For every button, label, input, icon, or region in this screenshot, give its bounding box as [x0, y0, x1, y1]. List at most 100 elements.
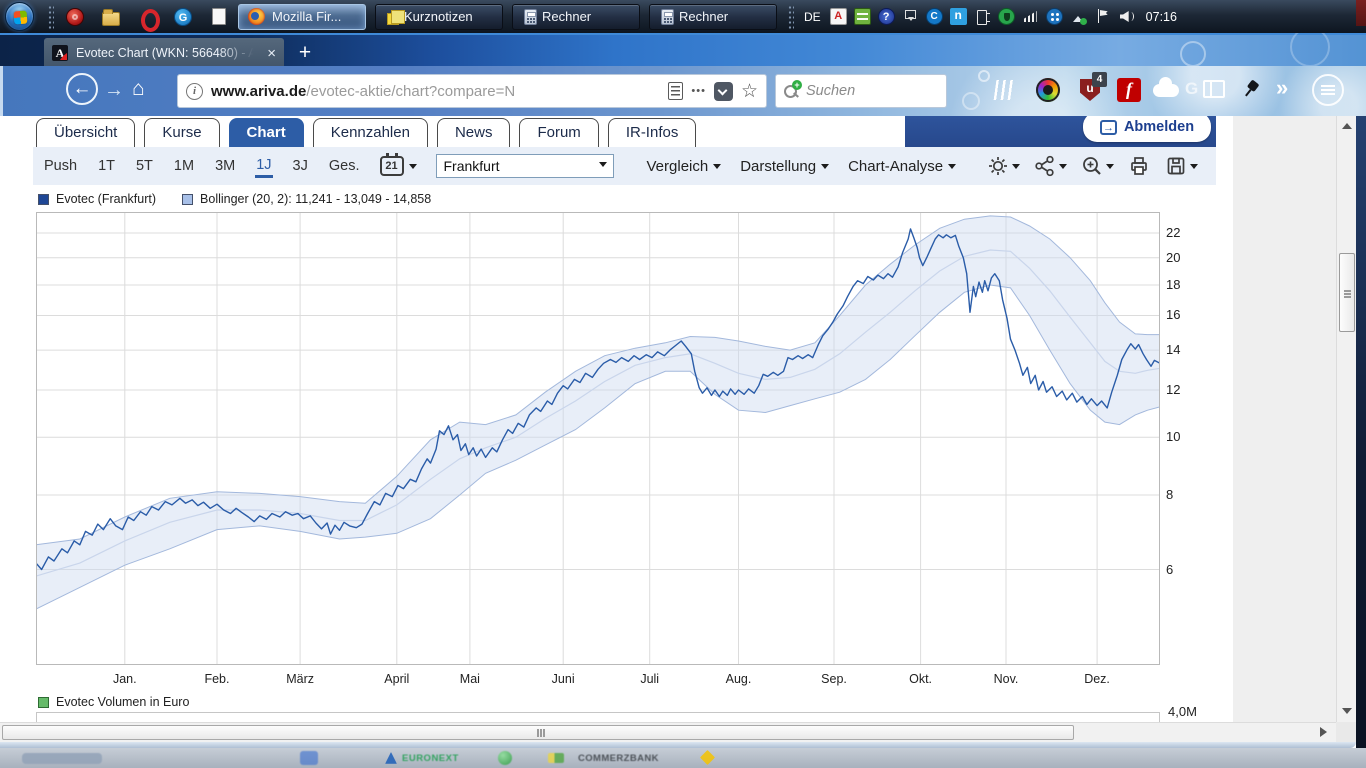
x-axis-month-label: April: [372, 672, 422, 686]
taskbar-button-mozilla-fir-[interactable]: Mozilla Fir...: [238, 4, 366, 30]
antivirus-shield-icon[interactable]: [998, 8, 1015, 25]
window-switch-icon[interactable]: [902, 8, 919, 25]
pin-icon[interactable]: [1236, 75, 1264, 103]
dropdown-chart-analyse[interactable]: Chart-Analyse: [848, 158, 956, 175]
cloud-icon[interactable]: [1153, 84, 1179, 97]
taskbar-button-rechner[interactable]: Rechner: [649, 4, 777, 30]
legend-swatch: [38, 194, 49, 205]
security-icon[interactable]: [66, 8, 84, 26]
overflow-chevrons-icon[interactable]: »: [1276, 75, 1288, 101]
home-button[interactable]: ⌂: [132, 77, 145, 101]
pocket-icon[interactable]: [714, 82, 733, 101]
range-5t[interactable]: 5T: [135, 156, 154, 176]
language-indicator[interactable]: DE: [802, 10, 823, 24]
scroll-down-button[interactable]: [1338, 703, 1356, 720]
bookmark-star-icon[interactable]: ☆: [741, 82, 758, 101]
y-axis-tick-label: 6: [1166, 562, 1200, 577]
browser-tab[interactable]: Evotec Chart (WKN: 566480) - A ×: [44, 38, 284, 68]
quick-launch-grip[interactable]: [48, 5, 54, 29]
url-text[interactable]: www.ariva.de/evotec-aktie/chart?compare=…: [211, 83, 660, 100]
site-tab-ir-infos[interactable]: IR-Infos: [608, 118, 697, 147]
help-icon[interactable]: [878, 8, 895, 25]
app-dots-icon[interactable]: [1046, 8, 1063, 25]
site-tab-forum[interactable]: Forum: [519, 118, 598, 147]
taskbar-button-kurznotizen[interactable]: Kurznotizen: [375, 4, 503, 30]
indicators-button[interactable]: [1033, 154, 1067, 178]
menu-button[interactable]: [1312, 74, 1344, 106]
info-icon[interactable]: i: [186, 83, 203, 100]
x-axis-month-label: Jan.: [100, 672, 150, 686]
search-icon[interactable]: +: [784, 83, 800, 99]
save-button[interactable]: [1164, 154, 1198, 178]
g-letter-icon[interactable]: G: [1185, 79, 1198, 99]
y-axis-tick-label: 8: [1166, 487, 1200, 502]
sidebar-icon[interactable]: [1203, 80, 1225, 98]
volume-icon[interactable]: [1118, 8, 1135, 25]
site-tab-kennzahlen[interactable]: Kennzahlen: [313, 118, 428, 147]
x-axis-month-label: Juni: [538, 672, 588, 686]
url-bar[interactable]: i www.ariva.de/evotec-aktie/chart?compar…: [177, 74, 767, 108]
dropdown-vergleich[interactable]: Vergleich: [647, 158, 722, 175]
horizontal-scrollbar[interactable]: [0, 722, 1336, 742]
network-signal-icon[interactable]: [1022, 8, 1039, 25]
tab-close-icon[interactable]: ×: [267, 45, 276, 62]
calendar-button[interactable]: 21: [380, 156, 417, 176]
task-button-label: Kurznotizen: [404, 9, 473, 24]
tray-grip[interactable]: [788, 5, 794, 29]
dropdown-darstellung[interactable]: Darstellung: [740, 158, 829, 175]
printer-icon: [1127, 154, 1151, 178]
range-push[interactable]: Push: [43, 156, 78, 176]
page-actions-icon[interactable]: •••: [691, 85, 706, 97]
price-chart[interactable]: [36, 212, 1160, 665]
taskbar-clock[interactable]: 07:16: [1146, 10, 1177, 24]
back-button[interactable]: ←: [66, 73, 98, 105]
document-icon[interactable]: [212, 8, 226, 25]
range-1t[interactable]: 1T: [97, 156, 116, 176]
reader-mode-icon[interactable]: [668, 82, 683, 100]
site-tab-kurse[interactable]: Kurse: [144, 118, 219, 147]
print-button[interactable]: [1127, 154, 1151, 178]
range-ges[interactable]: Ges.: [328, 156, 361, 176]
scroll-right-button[interactable]: [1320, 727, 1332, 737]
usb-eject-icon[interactable]: [1070, 8, 1087, 25]
range-3m[interactable]: 3M: [214, 156, 236, 176]
battery-icon[interactable]: [974, 8, 991, 25]
y-axis-tick-label: 20: [1166, 250, 1200, 265]
start-button[interactable]: [5, 2, 34, 31]
files-icon[interactable]: [102, 12, 120, 26]
chevron-down-icon: [1012, 164, 1020, 173]
copyright-icon[interactable]: [926, 8, 943, 25]
logout-button[interactable]: → Abmelden: [1083, 116, 1211, 142]
horizontal-scroll-thumb[interactable]: [2, 725, 1074, 740]
flash-icon[interactable]: [1117, 78, 1141, 102]
pdf-reader-icon[interactable]: [830, 8, 847, 25]
vertical-scrollbar[interactable]: [1336, 116, 1356, 722]
scroll-up-button[interactable]: [1338, 117, 1356, 134]
downloader-icon[interactable]: [174, 8, 192, 26]
settings-button[interactable]: [986, 154, 1020, 178]
keyboard-layout-icon[interactable]: [854, 8, 871, 25]
zoom-button[interactable]: [1080, 154, 1114, 178]
new-tab-button[interactable]: +: [292, 42, 318, 66]
site-tab--bersicht[interactable]: Übersicht: [36, 118, 135, 147]
nodes-icon: [1033, 154, 1057, 178]
forward-button[interactable]: →: [104, 79, 124, 102]
chevron-down-icon: [948, 164, 956, 173]
commerzbank-ribbon-icon: [700, 750, 715, 765]
vertical-scroll-thumb[interactable]: [1339, 253, 1355, 332]
exchange-select[interactable]: Frankfurt: [436, 154, 614, 178]
range-1j[interactable]: 1J: [255, 155, 272, 178]
opera-icon[interactable]: [138, 8, 156, 26]
site-tab-chart[interactable]: Chart: [229, 118, 304, 147]
library-icon[interactable]: [994, 80, 1017, 100]
taskbar-button-rechner[interactable]: Rechner: [512, 4, 640, 30]
logo-fragments: [548, 753, 564, 763]
color-wheel-icon[interactable]: [1036, 78, 1060, 102]
flag-icon[interactable]: [1094, 8, 1111, 25]
legend-label: Bollinger (20, 2): 11,241 - 13,049 - 14,…: [200, 192, 431, 206]
search-input[interactable]: [806, 83, 938, 99]
notepad-icon[interactable]: [950, 8, 967, 25]
range-3j[interactable]: 3J: [292, 156, 309, 176]
range-1m[interactable]: 1M: [173, 156, 195, 176]
site-tab-news[interactable]: News: [437, 118, 511, 147]
